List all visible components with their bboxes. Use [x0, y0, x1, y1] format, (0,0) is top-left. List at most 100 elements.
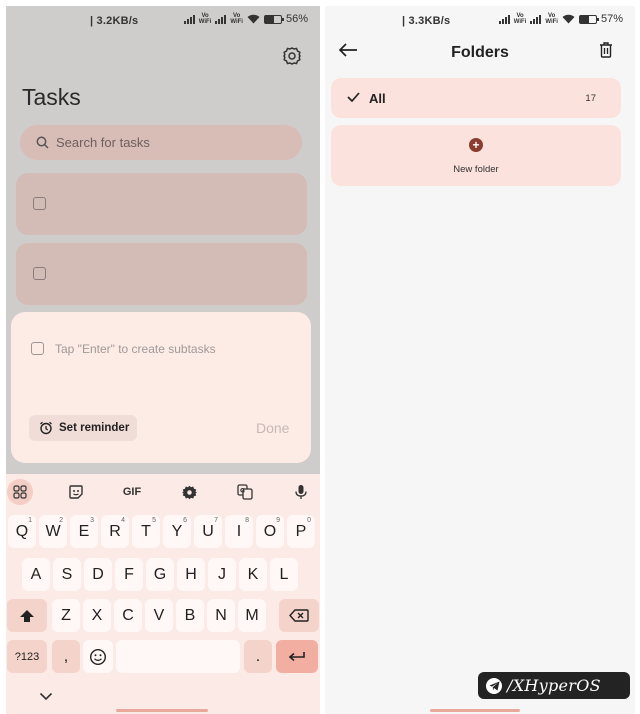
microphone-icon[interactable] — [288, 479, 314, 505]
keyboard: GIF G Q1W2E3R4T5Y6U7I8O9P0 ASDFGHJKL ZXC… — [6, 474, 320, 714]
wifi-icon — [247, 14, 260, 24]
task-checkbox[interactable] — [33, 267, 46, 280]
settings-gear-icon[interactable] — [282, 46, 302, 66]
backspace-key[interactable] — [279, 599, 319, 632]
key-l[interactable]: L — [270, 558, 298, 591]
key-label: Y — [171, 522, 183, 540]
key-label: T — [141, 522, 151, 540]
key-label: Q — [15, 522, 29, 540]
symbols-key[interactable]: ?123 — [7, 640, 47, 673]
key-j[interactable]: J — [208, 558, 236, 591]
key-hint: 7 — [214, 517, 218, 524]
task-item[interactable] — [16, 173, 307, 235]
key-hint: 8 — [245, 517, 249, 524]
emoji-icon — [89, 648, 107, 665]
key-c[interactable]: C — [114, 599, 142, 632]
key-label: U — [202, 522, 214, 540]
search-icon — [36, 136, 49, 149]
folder-name: All — [369, 91, 386, 106]
dimmed-background: | 3.2KB/s Vo WiFi Vo WiFi 56% Tasks Search… — [6, 6, 320, 474]
subtask-placeholder[interactable]: Tap "Enter" to create subtasks — [55, 342, 216, 356]
key-hint: 9 — [276, 517, 280, 524]
set-reminder-button[interactable]: Set reminder — [29, 415, 137, 441]
key-s[interactable]: S — [53, 558, 81, 591]
network-speed: | 3.2KB/s — [90, 15, 139, 27]
key-label: W — [45, 522, 61, 540]
home-indicator[interactable] — [430, 709, 520, 712]
new-task-sheet: Tap "Enter" to create subtasks Set remin… — [11, 312, 311, 463]
key-k[interactable]: K — [239, 558, 267, 591]
status-bar: | 3.2KB/s Vo WiFi Vo WiFi 56% — [6, 6, 320, 32]
comma-key[interactable]: , — [52, 640, 80, 673]
key-p[interactable]: P0 — [287, 515, 315, 548]
new-task-checkbox[interactable] — [31, 342, 44, 355]
network-speed-value: 3.3KB/s — [408, 15, 451, 27]
key-z[interactable]: Z — [52, 599, 80, 632]
check-icon — [347, 92, 360, 102]
task-checkbox[interactable] — [33, 197, 46, 210]
key-o[interactable]: O9 — [256, 515, 284, 548]
key-m[interactable]: M — [238, 599, 266, 632]
search-placeholder: Search for tasks — [56, 135, 150, 150]
network-speed-value: 3.2KB/s — [96, 15, 139, 27]
key-y[interactable]: Y6 — [163, 515, 191, 548]
key-u[interactable]: U7 — [194, 515, 222, 548]
key-label: R — [109, 522, 121, 540]
period-key[interactable]: . — [244, 640, 272, 673]
home-indicator[interactable] — [116, 709, 208, 712]
search-bar[interactable]: Search for tasks — [20, 125, 302, 160]
key-n[interactable]: N — [207, 599, 235, 632]
volte-icon-2: Vo WiFi — [545, 13, 558, 25]
folder-item-all[interactable]: All 17 — [331, 78, 621, 118]
delete-trash-icon[interactable] — [599, 41, 613, 58]
set-reminder-label: Set reminder — [59, 422, 130, 434]
page-title: Folders — [451, 44, 509, 61]
key-x[interactable]: X — [83, 599, 111, 632]
keyboard-toolbar: GIF G — [6, 474, 320, 508]
svg-text:G: G — [240, 488, 245, 495]
key-q[interactable]: Q1 — [8, 515, 36, 548]
signal-icon-2 — [530, 14, 542, 24]
sticker-icon[interactable] — [63, 479, 89, 505]
space-key[interactable] — [116, 640, 240, 673]
signal-icon — [183, 14, 195, 24]
apps-grid-icon[interactable] — [7, 479, 33, 505]
telegram-icon — [486, 677, 502, 694]
translate-icon[interactable]: G — [232, 479, 258, 505]
enter-key[interactable] — [276, 640, 318, 673]
page-title: Tasks — [22, 84, 81, 110]
watermark-text: /XHyperOS — [507, 676, 601, 695]
volte-icon: Vo WiFi — [198, 13, 212, 25]
collapse-keyboard-icon[interactable] — [39, 692, 53, 701]
new-folder-button[interactable]: + New folder — [331, 125, 621, 186]
emoji-key[interactable] — [83, 640, 113, 673]
watermark: /XHyperOS — [478, 672, 630, 699]
tasks-screen: | 3.2KB/s Vo WiFi Vo WiFi 56% Tasks Search… — [6, 6, 320, 714]
folders-screen: | 3.3KB/s Vo WiFi Vo WiFi 57% Folders All … — [325, 6, 635, 714]
done-button[interactable]: Done — [256, 420, 289, 436]
folder-count: 17 — [585, 93, 596, 104]
key-r[interactable]: R4 — [101, 515, 129, 548]
key-h[interactable]: H — [177, 558, 205, 591]
battery-percent: 56% — [285, 13, 308, 25]
key-f[interactable]: F — [115, 558, 143, 591]
shift-key[interactable] — [7, 599, 47, 632]
task-item[interactable] — [16, 243, 307, 305]
alarm-clock-icon — [40, 421, 52, 435]
key-d[interactable]: D — [84, 558, 112, 591]
key-b[interactable]: B — [176, 599, 204, 632]
gif-button[interactable]: GIF — [119, 479, 145, 505]
battery-icon — [578, 14, 599, 24]
key-t[interactable]: T5 — [132, 515, 160, 548]
keyboard-settings-icon[interactable] — [176, 479, 202, 505]
status-icons: Vo WiFi Vo WiFi 57% — [498, 13, 623, 25]
key-a[interactable]: A — [22, 558, 50, 591]
key-e[interactable]: E3 — [70, 515, 98, 548]
wifi-icon — [562, 14, 575, 24]
key-v[interactable]: V — [145, 599, 173, 632]
key-hint: 0 — [307, 517, 311, 524]
key-w[interactable]: W2 — [39, 515, 67, 548]
key-hint: 5 — [152, 517, 156, 524]
key-i[interactable]: I8 — [225, 515, 253, 548]
key-g[interactable]: G — [146, 558, 174, 591]
